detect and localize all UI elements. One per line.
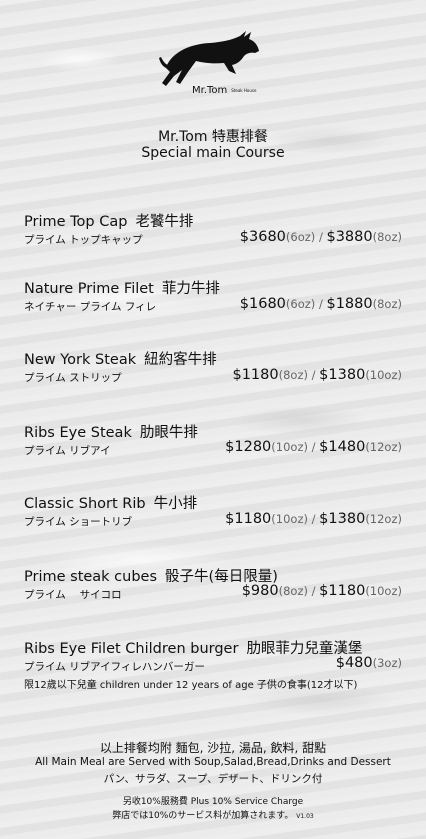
item-price: $1180(10oz) / $1380(12oz) [225, 511, 402, 527]
menu-title: Mr.Tom 特惠排餐 [158, 129, 268, 145]
item-name-en: Classic Short Rib [24, 496, 146, 512]
brand-name: Mr.Tom Steak House [192, 85, 256, 96]
item-price: $980(8oz) / $1180(10oz) [242, 583, 402, 599]
price-separator: / [315, 230, 327, 244]
brand-subtitle: Steak House [231, 87, 257, 93]
weight-1: (3oz) [372, 656, 402, 670]
item-name-en: Ribs Eye Filet Children burger [24, 641, 239, 657]
service-charge-jp-text: 弊店では10%のサービス料が加算されます。 [112, 811, 294, 821]
weight-2: (12oz) [365, 440, 402, 454]
item-price: $1680(6oz) / $1880(8oz) [240, 296, 402, 312]
weight-1: (10oz) [271, 512, 308, 526]
weight-2: (10oz) [365, 584, 402, 598]
item-price: $1280(10oz) / $1480(12oz) [225, 439, 402, 455]
price-separator: / [307, 440, 320, 454]
footer-line-jp: パン、サラダ、スープ、デザート、ドリンク付 [103, 773, 323, 785]
weight-2: (10oz) [365, 368, 402, 382]
weight-1: (6oz) [285, 230, 316, 244]
bull-icon [159, 31, 259, 86]
item-name: Prime Top Cap 老饕牛排 [24, 210, 404, 231]
price-separator: / [307, 584, 320, 598]
item-price: $1180(8oz) / $1380(10oz) [232, 367, 402, 383]
brand-name-text: Mr.Tom [192, 85, 228, 96]
weight-2: (8oz) [372, 297, 402, 311]
item-name-en: New York Steak [24, 352, 137, 368]
price-separator: / [307, 512, 320, 526]
price-2: $3880 [326, 229, 373, 245]
price-separator: / [315, 297, 327, 311]
price-2: $1180 [319, 583, 366, 599]
item-name-en: Prime steak cubes [24, 569, 158, 585]
item-price: $480(3oz) [336, 655, 402, 671]
weight-1: (10oz) [271, 440, 308, 454]
weight-2: (12oz) [365, 512, 402, 526]
price-1: $1180 [232, 367, 279, 383]
price-1: $1180 [225, 511, 272, 527]
item-name-zh: 肋眼牛排 [139, 425, 198, 441]
item-name-zh: 牛小排 [153, 496, 198, 512]
price-2: $1380 [319, 367, 366, 383]
weight-1: (8oz) [278, 368, 308, 382]
price-1: $480 [335, 655, 373, 671]
price-2: $1380 [319, 511, 366, 527]
price-separator: / [307, 368, 320, 382]
weight-2: (8oz) [372, 230, 402, 244]
weight-1: (8oz) [278, 584, 308, 598]
item-price: $3680(6oz) / $3880(8oz) [240, 229, 402, 245]
price-2: $1480 [319, 439, 366, 455]
price-1: $3680 [239, 229, 286, 245]
brand-logo: Mr.Tom Steak House [158, 28, 270, 100]
service-charge-note-jp: 弊店では10%のサービス料が加算されます。 V1.03 [0, 808, 426, 821]
footer-line-zh: 以上排餐均附 麵包, 沙拉, 湯品, 飲料, 甜點 [99, 741, 327, 755]
item-name-zh: 紐約客牛排 [144, 352, 217, 368]
price-2: $1880 [326, 296, 373, 312]
item-name: Classic Short Rib 牛小排 [24, 492, 404, 513]
item-name-en: Prime Top Cap [24, 214, 128, 230]
kids-note: 限12歲以下兒童 children under 12 years of age … [24, 680, 358, 691]
price-1: $1680 [239, 296, 286, 312]
service-charge-note: 另收10%服務費 Plus 10% Service Charge [122, 797, 304, 807]
item-name-zh: 菲力牛排 [161, 281, 220, 297]
footer-line-en: All Main Meal are Served with Soup,Salad… [35, 756, 391, 768]
item-name-zh: 老饕牛排 [135, 214, 194, 230]
version-label: V1.03 [296, 813, 314, 820]
menu-subtitle: Special main Course [141, 145, 285, 161]
item-name-en: Ribs Eye Steak [24, 425, 132, 441]
price-1: $1280 [225, 439, 272, 455]
item-name: New York Steak 紐約客牛排 [24, 348, 404, 369]
price-1: $980 [241, 583, 279, 599]
weight-1: (6oz) [285, 297, 316, 311]
item-name-en: Nature Prime Filet [24, 281, 154, 297]
item-name: Nature Prime Filet 菲力牛排 [24, 277, 404, 298]
